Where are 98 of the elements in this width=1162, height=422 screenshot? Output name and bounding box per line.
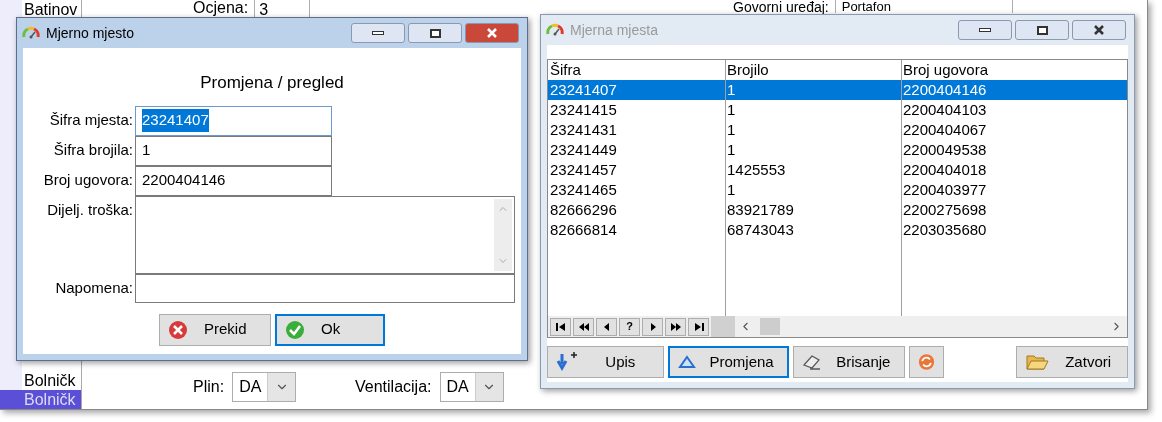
dropdown-field[interactable]: DA (232, 372, 297, 402)
table-cell-text: 2200404146 (902, 80, 988, 100)
navigator-button[interactable] (688, 317, 709, 336)
table-cell-text: 1 (726, 140, 737, 160)
close-icon (486, 28, 498, 38)
dropdown-field[interactable]: DA (439, 372, 504, 402)
table-row[interactable]: 23241465 1 2200403977 (548, 180, 1127, 200)
refresh-button[interactable] (909, 346, 945, 378)
table-cell-text: 2200404103 (902, 100, 988, 120)
field-label: Govorni uređaj: (733, 0, 829, 14)
eraser-icon (802, 353, 823, 371)
table-cell-text: 23241457 (549, 160, 618, 180)
column-header[interactable]: Broj ugovora (901, 60, 1127, 80)
navigator-button[interactable] (550, 317, 571, 336)
gauge-icon (22, 25, 40, 41)
table-cell-text: 23241415 (549, 100, 618, 120)
field-label: Broj ugovora: (42, 170, 134, 191)
table-cell-text: 23241431 (549, 120, 618, 140)
insert-button[interactable]: Upis (547, 346, 664, 378)
table-cell-text: 2200403977 (902, 180, 988, 200)
column-header[interactable]: Šifra (548, 60, 725, 80)
minimize-button[interactable] (958, 20, 1012, 40)
field-label: Napomena: (54, 278, 134, 299)
table-cell-text: 23241407 (549, 80, 618, 100)
gauge-icon (546, 22, 564, 38)
field-label: Plin: (193, 377, 225, 397)
cancel-icon (168, 319, 188, 340)
field-value: 2200404146 (142, 170, 226, 191)
table-cell-text: 68743043 (726, 220, 795, 240)
arrow-down-plus-icon (556, 352, 578, 372)
memo-field[interactable] (135, 195, 515, 274)
table-row[interactable]: 23241431 1 2200404067 (548, 120, 1127, 140)
table-cell-text: 2200275698 (902, 200, 988, 220)
field-label: Šifra brojila: (52, 140, 134, 161)
navigator-button[interactable] (642, 317, 663, 336)
list-item[interactable]: Bolničk (0, 371, 81, 390)
field-value: 23241407 (142, 109, 209, 132)
close-icon (1093, 25, 1105, 35)
first-icon (554, 321, 567, 332)
table-cell-text: 23241465 (549, 180, 618, 200)
list-item[interactable]: Batinov (0, 0, 81, 19)
cancel-button[interactable]: Prekid (159, 313, 271, 346)
list-item[interactable]: Bolničk (0, 390, 81, 409)
close-button[interactable] (465, 23, 519, 43)
close-button[interactable] (1072, 20, 1126, 40)
table-cell-text: 2200049538 (902, 140, 988, 160)
table-row[interactable]: 23241415 1 2200404103 (548, 100, 1127, 120)
close-window-button[interactable]: Zatvori (1016, 346, 1128, 378)
text-field[interactable]: 1 (135, 135, 332, 166)
minimize-button[interactable] (351, 23, 405, 43)
refresh-icon (918, 352, 936, 372)
table-cell-text: 2200404018 (902, 160, 988, 180)
edit-button[interactable]: Promjena (667, 346, 790, 378)
table-cell-text: 83921789 (726, 200, 795, 220)
maximize-button[interactable] (1015, 20, 1069, 40)
table-cell-text: 1 (726, 100, 737, 120)
prior-page-icon (577, 321, 590, 332)
folder-icon (1025, 352, 1050, 372)
navigator-end-block (711, 316, 735, 337)
next-page-icon (669, 321, 682, 332)
window-title: Mjerna mjesta (570, 20, 658, 40)
form-heading: Promjena / pregled (200, 72, 344, 94)
column-header[interactable]: Brojilo (725, 60, 901, 80)
table-cell-text: 2203035680 (902, 220, 988, 240)
field-value: 1 (142, 140, 151, 161)
help-button[interactable]: ? (619, 317, 640, 336)
table-cell-text: 1425553 (726, 160, 787, 180)
text-field[interactable]: 2200404146 (135, 165, 332, 196)
table-cell-text: 23241449 (549, 140, 618, 160)
check-icon (285, 319, 305, 340)
table-cell-text: 1 (726, 180, 737, 200)
triangle-icon (677, 355, 696, 369)
table-cell-text: 1 (726, 120, 737, 140)
field-label: Ventilacija: (355, 377, 432, 397)
table-cell-text: 1 (726, 80, 737, 100)
scroll-thumb[interactable] (760, 318, 780, 335)
table-cell-text: 82666296 (549, 200, 618, 220)
maximize-button[interactable] (408, 23, 462, 43)
table-row[interactable]: 23241407 1 2200404146 (548, 80, 1127, 100)
table-row[interactable]: 23241449 1 2200049538 (548, 140, 1127, 160)
field-label: Ocjena: (193, 0, 249, 18)
delete-button[interactable]: Brisanje (793, 346, 906, 378)
table-row[interactable]: 82666814 68743043 2203035680 (548, 220, 1127, 240)
text-field[interactable]: 23241407 (135, 105, 332, 136)
text-field[interactable] (135, 274, 515, 303)
field-label: Dijelj. troška: (46, 199, 134, 220)
table-cell-text: 2200404067 (902, 120, 988, 140)
last-icon (692, 321, 705, 332)
ok-button[interactable]: Ok (275, 313, 385, 346)
table-row[interactable]: 23241457 1425553 2200404018 (548, 160, 1127, 180)
table-row[interactable]: 82666296 83921789 2200275698 (548, 200, 1127, 220)
navigator-button[interactable] (665, 317, 686, 336)
navigator-button[interactable] (573, 317, 594, 336)
table-cell-text: 82666814 (549, 220, 618, 240)
window-title: Mjerno mjesto (46, 23, 134, 43)
dropdown-field[interactable]: Portafon (834, 0, 1013, 13)
navigator-button[interactable] (596, 317, 617, 336)
field-label: Šifra mjesta: (48, 110, 134, 131)
